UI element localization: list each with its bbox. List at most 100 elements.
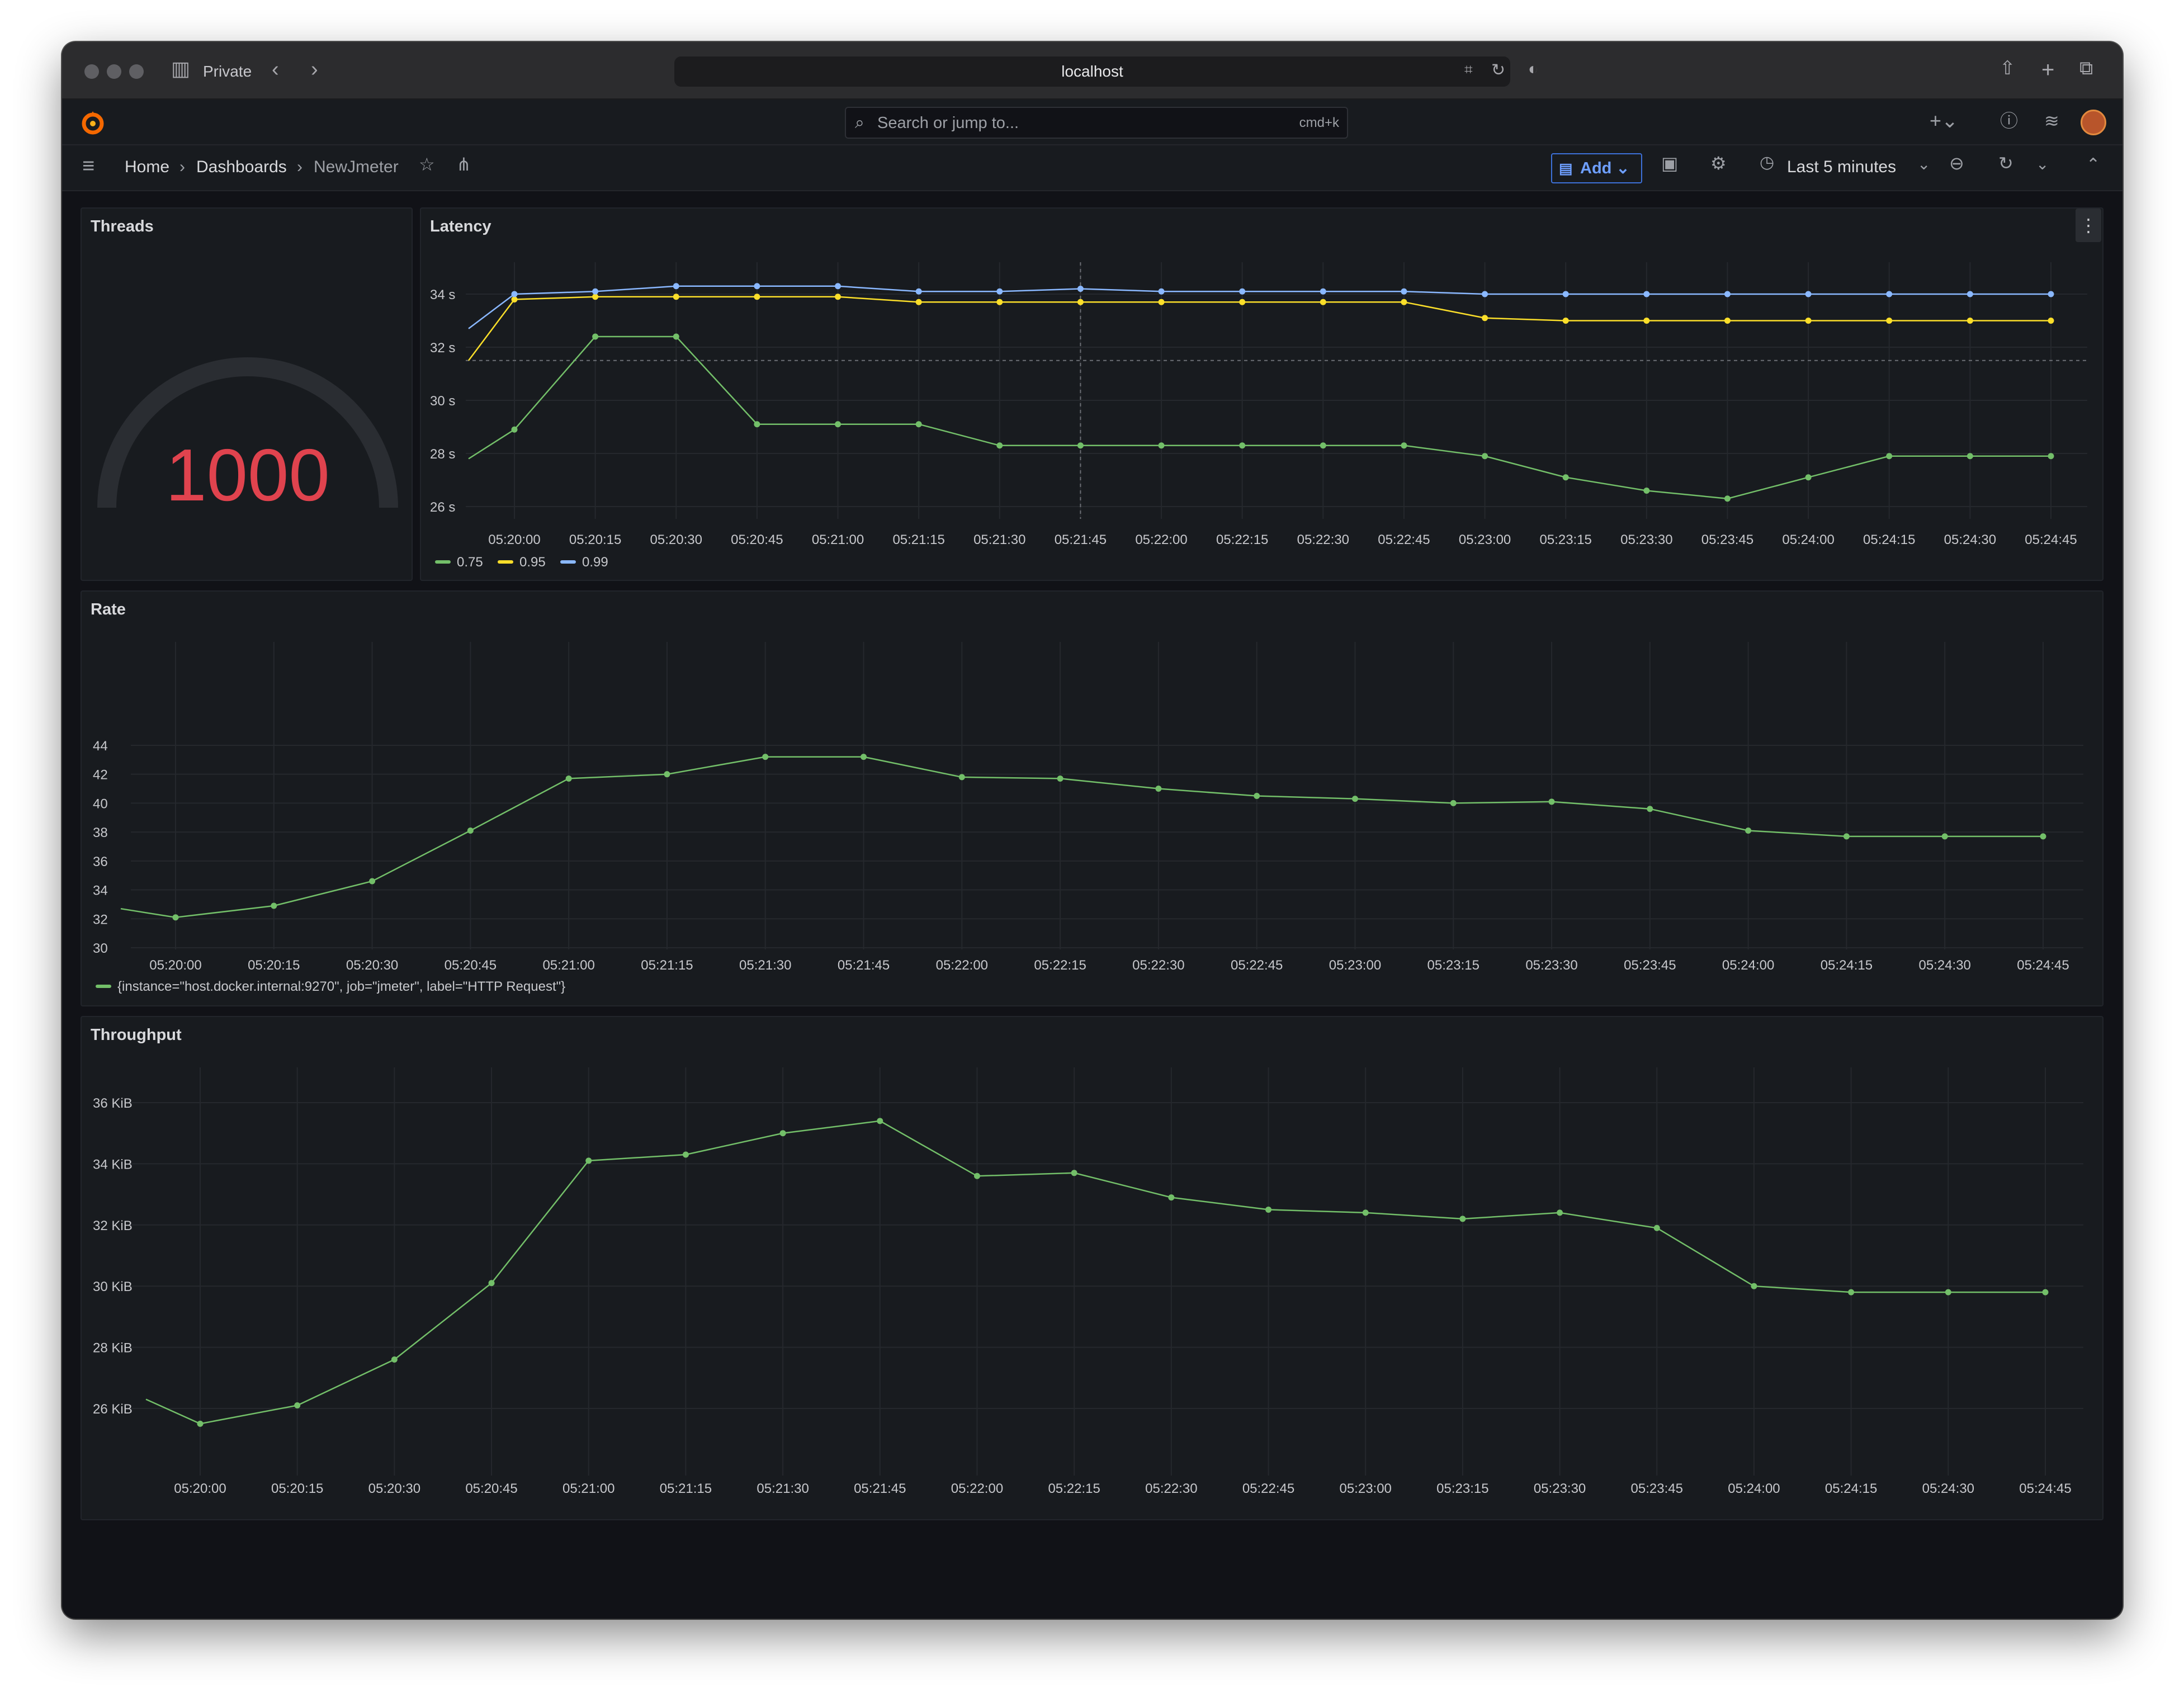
browser-window: ▥ Private ‹ › localhost ↻ ⌗ ◐ ⇧ + ⧉ ⌕ Se… <box>62 42 2122 1619</box>
data-point <box>1158 442 1165 449</box>
private-label: Private <box>203 63 252 80</box>
x-tick-label: 05:21:15 <box>660 1481 712 1496</box>
grafana-logo-icon[interactable] <box>79 109 107 137</box>
data-point <box>1071 1170 1077 1176</box>
x-tick-label: 05:20:30 <box>346 958 398 973</box>
x-tick-label: 05:24:30 <box>1944 532 1996 547</box>
refresh-icon[interactable]: ↻ <box>1998 154 2013 172</box>
data-point <box>1548 798 1555 805</box>
new-menu-button[interactable]: +⌄ <box>1930 111 1958 131</box>
threads-panel[interactable]: Threads 1000 <box>81 207 413 581</box>
legend-label: 0.95 <box>519 555 546 570</box>
reload-icon[interactable]: ↻ <box>1491 62 1505 79</box>
x-tick-label: 05:22:30 <box>1145 1481 1197 1496</box>
data-point <box>1351 796 1358 802</box>
data-point <box>1459 1216 1466 1222</box>
data-point <box>1320 442 1326 449</box>
data-point <box>1941 833 1948 840</box>
x-tick-label: 05:22:30 <box>1297 532 1349 547</box>
back-icon[interactable]: ‹ <box>272 59 279 80</box>
throughput-panel[interactable]: Throughput 26 KiB 28 KiB 30 KiB 32 KiB 34 Ki… <box>81 1016 2103 1520</box>
x-tick-label: 05:21:45 <box>1055 532 1107 547</box>
collapse-icon[interactable]: ⌃ <box>2086 157 2100 173</box>
x-tick-label: 05:24:45 <box>2025 532 2077 547</box>
y-tick-label: 36 <box>93 854 108 869</box>
news-feed-icon[interactable]: ≋ <box>2044 112 2059 130</box>
data-point <box>1155 786 1162 792</box>
star-icon[interactable]: ☆ <box>419 155 435 173</box>
data-point <box>996 299 1003 305</box>
x-tick-label: 05:21:30 <box>757 1481 809 1496</box>
minimize-window-button[interactable] <box>107 64 121 79</box>
search-icon: ⌕ <box>855 114 864 132</box>
search-input[interactable]: ⌕ Search or jump to... cmd+k <box>845 107 1348 139</box>
add-panel-icon: ▤ <box>1559 160 1573 177</box>
x-tick-label: 05:21:00 <box>562 1481 614 1496</box>
data-point <box>1643 488 1650 494</box>
data-point <box>915 288 922 295</box>
address-bar[interactable]: localhost <box>674 56 1510 87</box>
refresh-interval-icon[interactable]: ⌄ <box>2036 157 2049 172</box>
data-point <box>1362 1209 1369 1216</box>
data-point <box>1557 1209 1563 1216</box>
chevron-down-icon[interactable]: ⌄ <box>1917 157 1930 172</box>
x-tick-label: 05:20:15 <box>248 958 300 973</box>
shield-icon[interactable]: ◐ <box>1528 61 1538 78</box>
y-tick-label: 28 s <box>430 447 455 462</box>
close-window-button[interactable] <box>84 64 99 79</box>
data-point <box>754 294 760 300</box>
data-point <box>1643 318 1650 324</box>
x-tick-label: 05:24:00 <box>1728 1481 1780 1496</box>
settings-icon[interactable]: ⚙ <box>1710 154 1727 172</box>
share-dashboard-icon[interactable]: ⋔ <box>456 155 471 173</box>
data-point <box>1450 800 1457 806</box>
data-point <box>2048 453 2054 460</box>
data-point <box>172 914 179 921</box>
breadcrumb-dashboards[interactable]: Dashboards <box>196 158 287 177</box>
latency-panel[interactable]: Latency ⋮ 26 s 28 s 30 s 32 s 34 s 05:20:00 05… <box>420 207 2103 581</box>
data-point <box>1724 495 1731 502</box>
x-tick-label: 05:23:15 <box>1436 1481 1488 1496</box>
data-point <box>754 283 760 290</box>
legend-label: 0.99 <box>582 555 608 570</box>
x-tick-label: 05:24:15 <box>1821 958 1873 973</box>
data-point <box>1482 453 1488 460</box>
tabs-overview-icon[interactable]: ⧉ <box>2079 59 2093 78</box>
time-range-picker[interactable]: Last 5 minutes <box>1787 158 1896 177</box>
x-tick-label: 05:22:00 <box>1135 532 1187 547</box>
avatar[interactable] <box>2081 110 2106 135</box>
data-point <box>1724 318 1731 324</box>
translate-icon[interactable]: ⌗ <box>1464 62 1473 77</box>
data-point <box>1057 775 1063 782</box>
data-point <box>1401 442 1407 449</box>
x-tick-label: 05:22:45 <box>1231 958 1283 973</box>
data-point <box>585 1157 592 1164</box>
y-tick-label: 34 s <box>430 287 455 302</box>
new-tab-icon[interactable]: + <box>2041 59 2054 81</box>
data-point <box>861 754 867 760</box>
add-button[interactable]: ▤ Add ⌄ <box>1551 153 1642 183</box>
data-point <box>2040 833 2046 840</box>
data-point <box>958 774 965 781</box>
data-point <box>835 283 842 290</box>
rate-chart: 30 32 34 36 38 40 42 44 05:20:00 05:20:15 05:20:30… <box>93 642 2083 994</box>
x-tick-label: 05:24:00 <box>1722 958 1774 973</box>
data-point <box>996 288 1003 295</box>
forward-icon[interactable]: › <box>311 59 318 80</box>
breadcrumb-home[interactable]: Home <box>125 158 169 177</box>
menu-icon[interactable]: ≡ <box>82 155 94 177</box>
series-line <box>468 296 2051 361</box>
data-point <box>1647 806 1653 812</box>
x-tick-label: 05:21:45 <box>838 958 890 973</box>
zoom-window-button[interactable] <box>129 64 144 79</box>
x-tick-label: 05:21:15 <box>892 532 944 547</box>
save-icon[interactable]: ▣ <box>1661 154 1678 172</box>
zoom-out-icon[interactable]: ⊖ <box>1949 154 1964 172</box>
help-icon[interactable]: ⓘ <box>2000 112 2018 130</box>
share-icon[interactable]: ⇧ <box>1999 59 2016 78</box>
rate-panel[interactable]: Rate 30 32 34 36 38 40 42 44 05:20:00 05:20:15 05:… <box>81 590 2103 1006</box>
sidebar-icon[interactable]: ▥ <box>171 59 190 79</box>
x-tick-label: 05:23:00 <box>1329 958 1381 973</box>
x-tick-label: 05:23:15 <box>1427 958 1479 973</box>
data-point <box>1320 299 1326 305</box>
